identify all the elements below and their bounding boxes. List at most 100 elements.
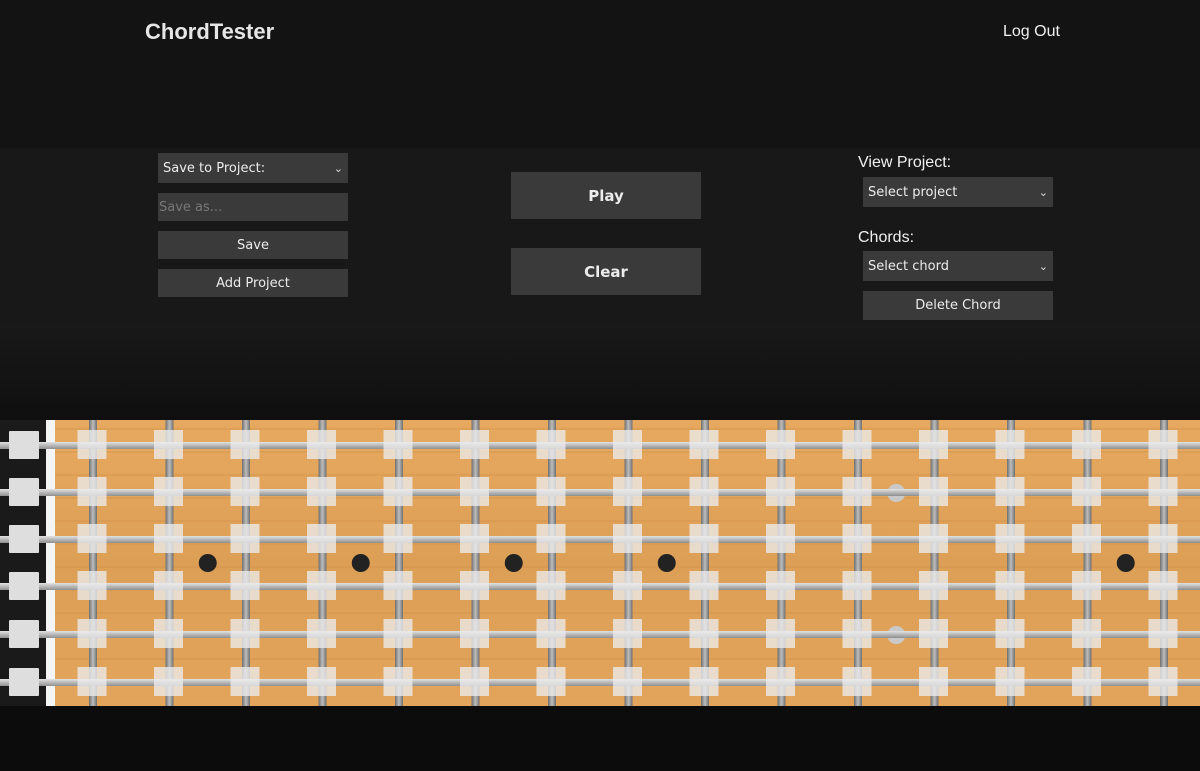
- fret-position-button[interactable]: [154, 619, 183, 648]
- fret-position-button[interactable]: [307, 524, 336, 553]
- view-project-select[interactable]: Select project ⌄: [863, 177, 1053, 207]
- fret-position-button[interactable]: [995, 667, 1025, 696]
- fret-position-button[interactable]: [689, 430, 719, 459]
- fret-position-button[interactable]: [613, 524, 642, 553]
- fret-position-button[interactable]: [77, 571, 107, 600]
- open-string-button[interactable]: [9, 620, 39, 648]
- fret-position-button[interactable]: [766, 619, 795, 648]
- fret-position-button[interactable]: [689, 619, 719, 648]
- fret-position-button[interactable]: [1148, 477, 1178, 506]
- open-string-button[interactable]: [9, 431, 39, 459]
- fret-position-button[interactable]: [307, 430, 336, 459]
- fret-position-button[interactable]: [230, 619, 260, 648]
- fret-position-button[interactable]: [689, 477, 719, 506]
- fret-position-button[interactable]: [154, 667, 183, 696]
- open-string-button[interactable]: [9, 572, 39, 600]
- fret-position-button[interactable]: [766, 667, 795, 696]
- fret-position-button[interactable]: [919, 430, 948, 459]
- fret-position-button[interactable]: [689, 667, 719, 696]
- fret-position-button[interactable]: [613, 571, 642, 600]
- fret-position-button[interactable]: [919, 619, 948, 648]
- logout-link[interactable]: Log Out: [1003, 23, 1060, 41]
- fret-position-button[interactable]: [1072, 430, 1101, 459]
- fret-position-button[interactable]: [230, 430, 260, 459]
- fret-position-button[interactable]: [919, 571, 948, 600]
- fret-position-button[interactable]: [613, 477, 642, 506]
- delete-chord-button[interactable]: Delete Chord: [863, 291, 1053, 320]
- fret-position-button[interactable]: [307, 667, 336, 696]
- fret-position-button[interactable]: [77, 619, 107, 648]
- fret-position-button[interactable]: [689, 571, 719, 600]
- fret-position-button[interactable]: [154, 524, 183, 553]
- fret-position-button[interactable]: [307, 477, 336, 506]
- fret-position-button[interactable]: [842, 571, 872, 600]
- fret-position-button[interactable]: [460, 477, 489, 506]
- fret-position-button[interactable]: [995, 524, 1025, 553]
- fret-position-button[interactable]: [460, 524, 489, 553]
- fret-position-button[interactable]: [383, 619, 413, 648]
- open-string-button[interactable]: [9, 668, 39, 696]
- fret-position-button[interactable]: [230, 524, 260, 553]
- save-as-input[interactable]: Save as...: [158, 193, 348, 221]
- fret-position-button[interactable]: [460, 619, 489, 648]
- save-to-project-select[interactable]: Save to Project: ⌄: [158, 153, 348, 183]
- fret-position-button[interactable]: [766, 571, 795, 600]
- fret-position-button[interactable]: [919, 477, 948, 506]
- fret-position-button[interactable]: [383, 430, 413, 459]
- add-project-button[interactable]: Add Project: [158, 269, 348, 297]
- fret-position-button[interactable]: [77, 667, 107, 696]
- guitar-fretboard[interactable]: [0, 420, 1200, 706]
- fret-position-button[interactable]: [1148, 524, 1178, 553]
- play-button[interactable]: Play: [511, 172, 701, 219]
- fret-position-button[interactable]: [613, 619, 642, 648]
- fret-position-button[interactable]: [536, 524, 566, 553]
- fret-position-button[interactable]: [536, 619, 566, 648]
- fret-position-button[interactable]: [536, 667, 566, 696]
- fret-position-button[interactable]: [1148, 571, 1178, 600]
- fret-position-button[interactable]: [383, 524, 413, 553]
- open-string-button[interactable]: [9, 478, 39, 506]
- fret-position-button[interactable]: [77, 477, 107, 506]
- fret-position-button[interactable]: [1072, 524, 1101, 553]
- fret-position-button[interactable]: [230, 571, 260, 600]
- clear-button[interactable]: Clear: [511, 248, 701, 295]
- fret-position-button[interactable]: [842, 524, 872, 553]
- open-string-button[interactable]: [9, 525, 39, 553]
- fret-position-button[interactable]: [307, 619, 336, 648]
- fret-position-button[interactable]: [460, 667, 489, 696]
- fret-position-button[interactable]: [1148, 619, 1178, 648]
- fret-position-button[interactable]: [995, 477, 1025, 506]
- fret-position-button[interactable]: [383, 477, 413, 506]
- fret-position-button[interactable]: [1072, 571, 1101, 600]
- fret-position-button[interactable]: [536, 430, 566, 459]
- fret-position-button[interactable]: [307, 571, 336, 600]
- fret-position-button[interactable]: [383, 667, 413, 696]
- fret-position-button[interactable]: [842, 430, 872, 459]
- fret-position-button[interactable]: [689, 524, 719, 553]
- fret-position-button[interactable]: [1148, 430, 1178, 459]
- fret-position-button[interactable]: [460, 571, 489, 600]
- fret-position-button[interactable]: [995, 619, 1025, 648]
- fret-position-button[interactable]: [842, 477, 872, 506]
- fret-position-button[interactable]: [842, 619, 872, 648]
- fret-position-button[interactable]: [995, 430, 1025, 459]
- fret-position-button[interactable]: [1072, 619, 1101, 648]
- fret-position-button[interactable]: [230, 477, 260, 506]
- fret-position-button[interactable]: [1072, 477, 1101, 506]
- save-button[interactable]: Save: [158, 231, 348, 259]
- chord-select[interactable]: Select chord ⌄: [863, 251, 1053, 281]
- fret-position-button[interactable]: [154, 430, 183, 459]
- fret-position-button[interactable]: [995, 571, 1025, 600]
- fret-position-button[interactable]: [1072, 667, 1101, 696]
- fret-position-button[interactable]: [77, 524, 107, 553]
- fret-position-button[interactable]: [77, 430, 107, 459]
- fret-position-button[interactable]: [766, 477, 795, 506]
- fret-position-button[interactable]: [766, 524, 795, 553]
- fret-position-button[interactable]: [1148, 667, 1178, 696]
- fret-position-button[interactable]: [536, 477, 566, 506]
- fret-position-button[interactable]: [460, 430, 489, 459]
- fret-position-button[interactable]: [154, 477, 183, 506]
- fret-position-button[interactable]: [383, 571, 413, 600]
- fret-position-button[interactable]: [536, 571, 566, 600]
- fret-position-button[interactable]: [766, 430, 795, 459]
